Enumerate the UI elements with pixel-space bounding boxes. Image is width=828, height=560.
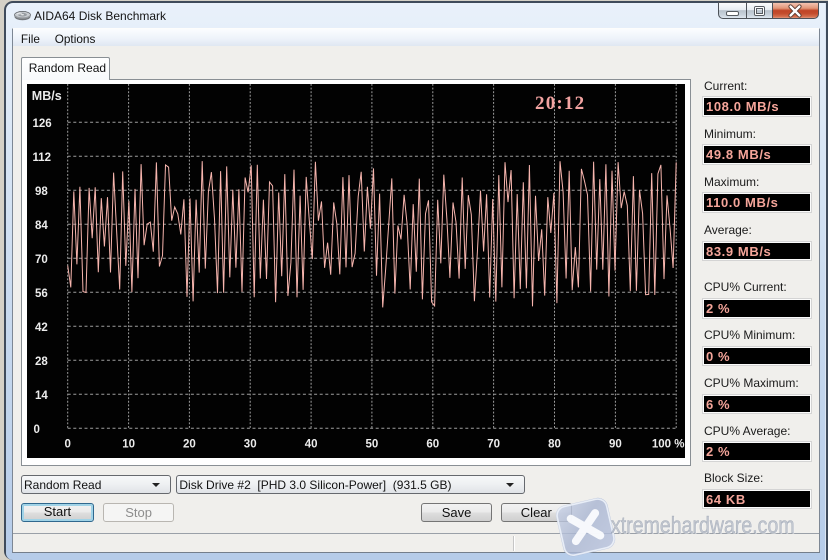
- svg-text:90: 90: [609, 439, 622, 451]
- svg-text:20: 20: [183, 439, 196, 451]
- svg-text:50: 50: [365, 439, 378, 451]
- svg-text:100 %: 100 %: [651, 439, 684, 451]
- svg-text:0: 0: [64, 439, 70, 451]
- svg-text:126: 126: [32, 118, 51, 130]
- svg-text:20:12: 20:12: [535, 93, 585, 114]
- svg-text:0: 0: [33, 424, 39, 436]
- svg-text:14: 14: [35, 390, 48, 402]
- svg-text:98: 98: [35, 186, 48, 198]
- svg-text:42: 42: [35, 322, 48, 334]
- svg-text:28: 28: [35, 356, 48, 368]
- svg-text:80: 80: [548, 439, 561, 451]
- svg-text:10: 10: [122, 439, 135, 451]
- svg-text:70: 70: [35, 254, 48, 266]
- svg-text:40: 40: [304, 439, 317, 451]
- svg-text:70: 70: [487, 439, 500, 451]
- svg-text:84: 84: [35, 220, 48, 232]
- svg-text:MB/s: MB/s: [31, 89, 61, 103]
- svg-text:30: 30: [243, 439, 256, 451]
- svg-text:112: 112: [32, 152, 51, 164]
- svg-text:60: 60: [426, 439, 439, 451]
- svg-text:56: 56: [35, 288, 48, 300]
